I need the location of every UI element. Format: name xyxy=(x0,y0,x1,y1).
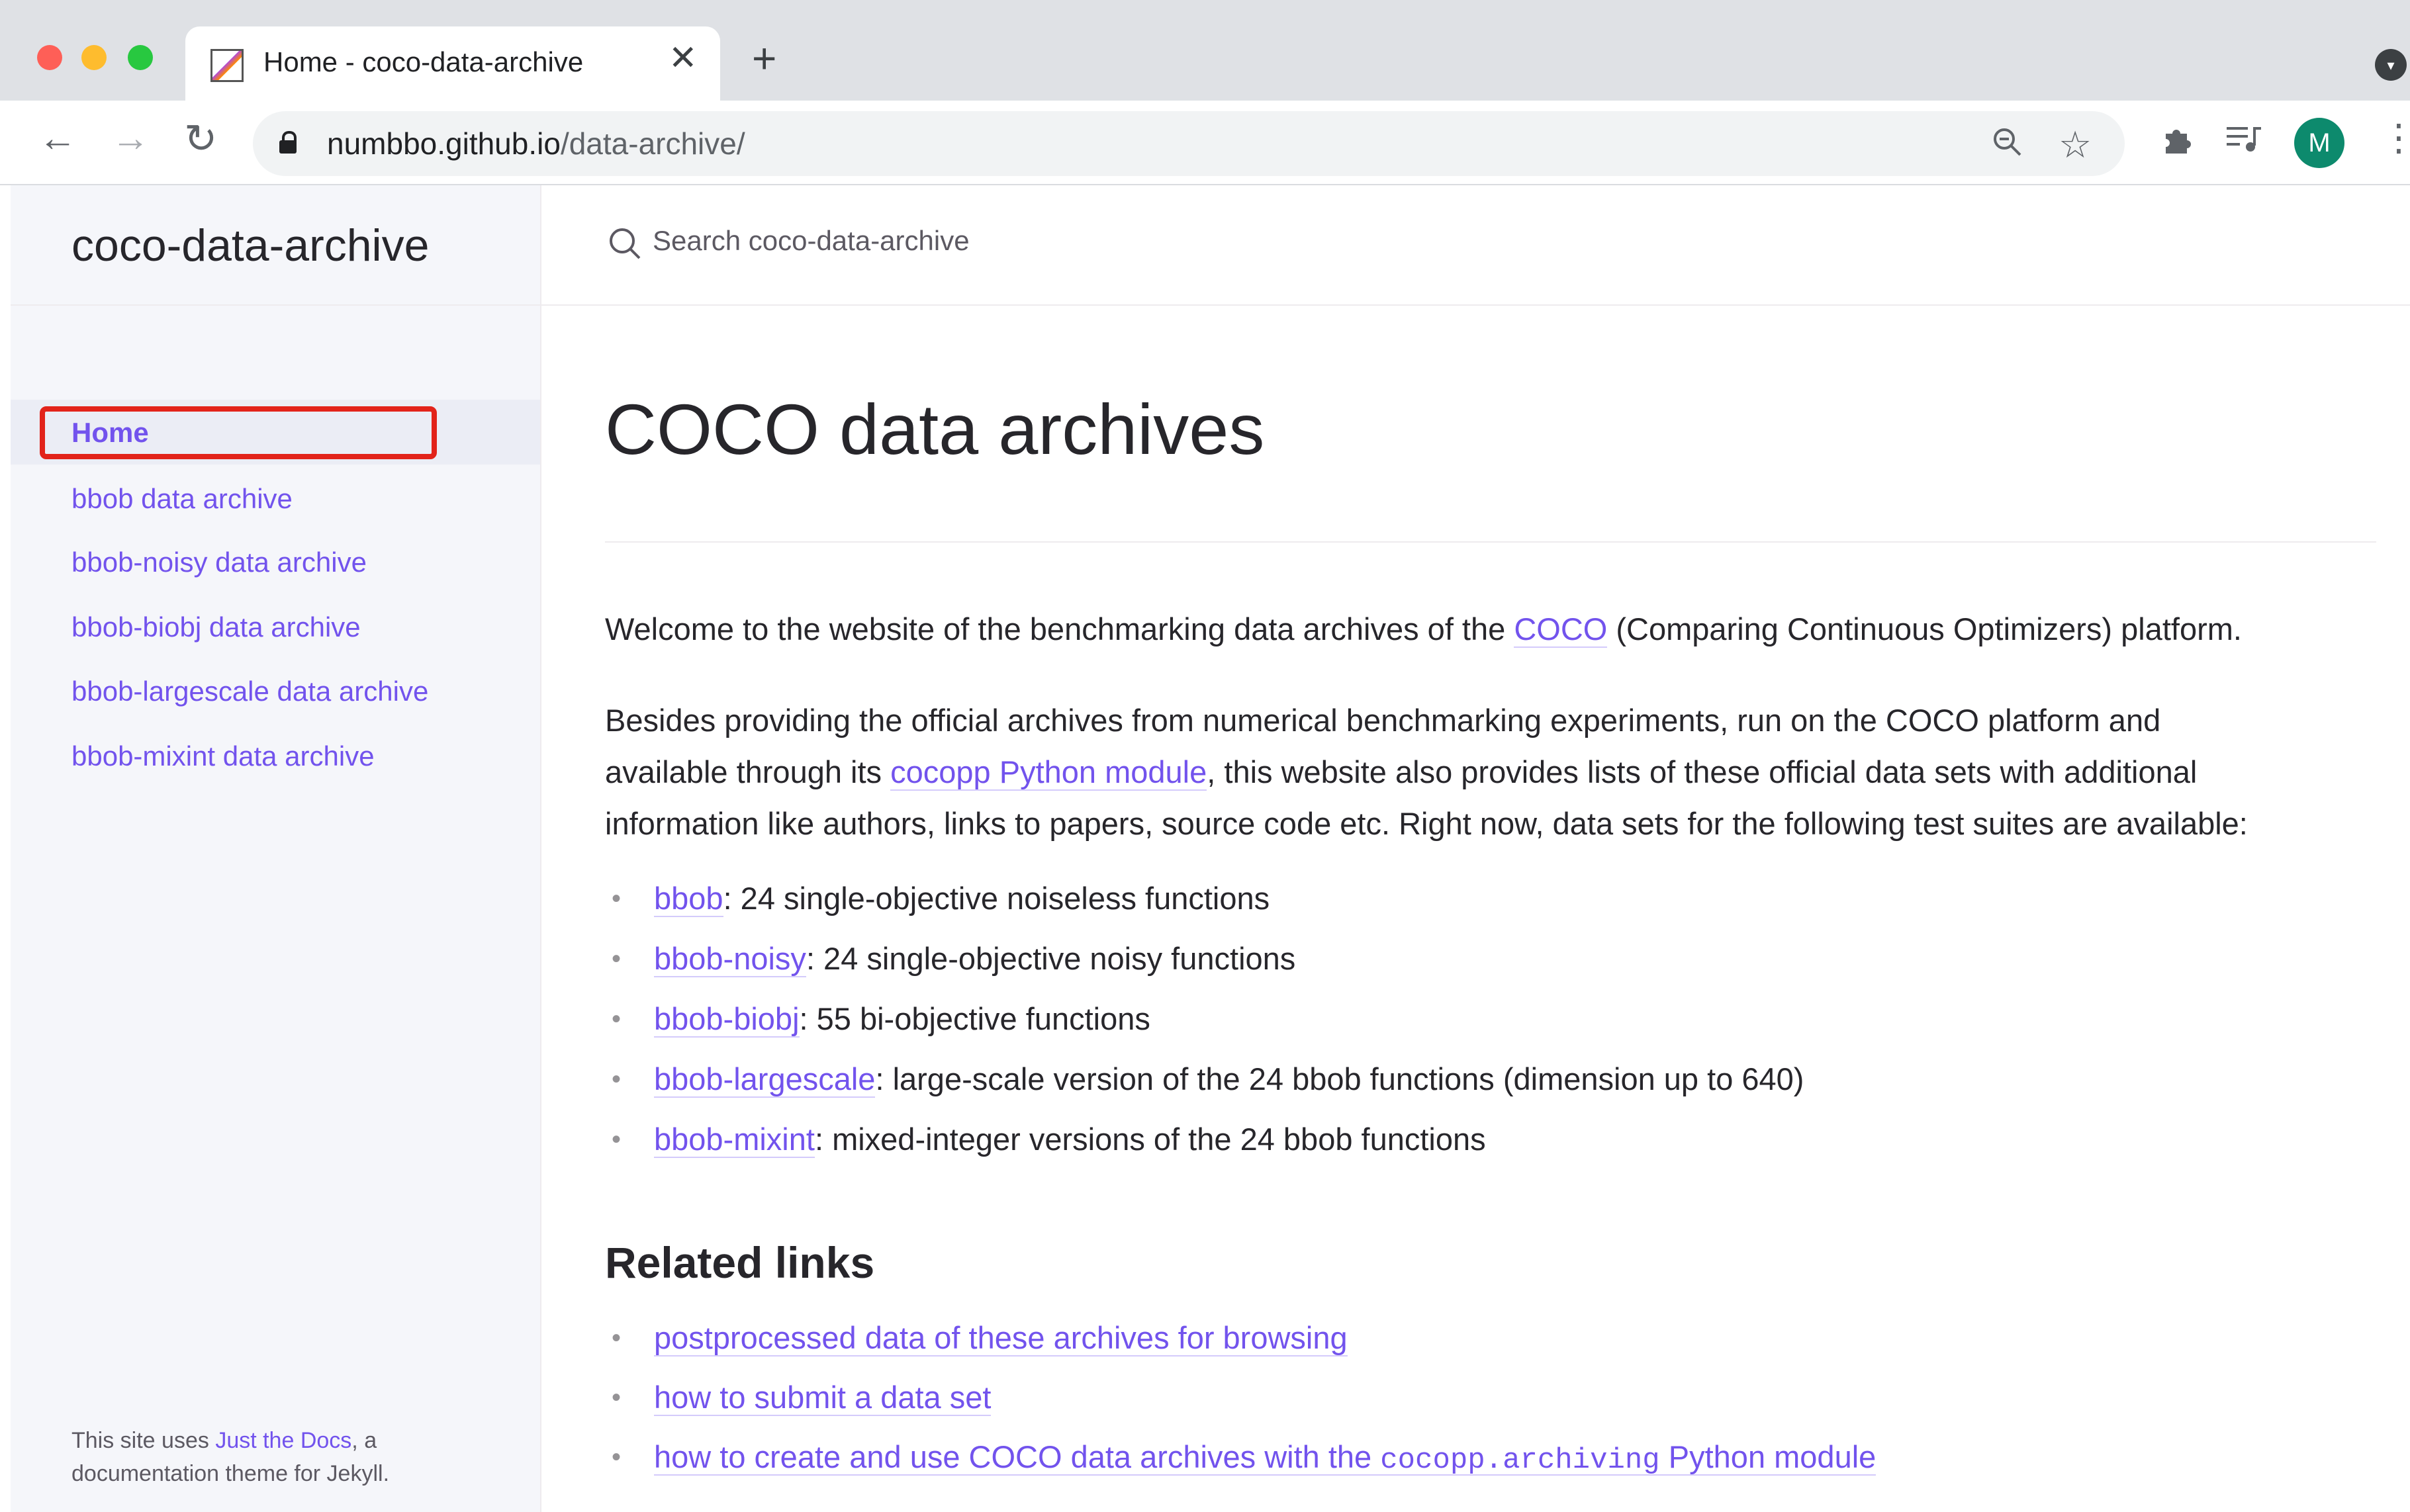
suite-link-bbob-biobj[interactable]: bbob-biobj xyxy=(654,1001,800,1038)
suite-list: bbob: 24 single-objective noiseless func… xyxy=(605,873,1804,1175)
search-bar xyxy=(541,185,2410,306)
back-arrow-icon[interactable]: ← xyxy=(38,119,77,157)
description-paragraph: Besides providing the official archives … xyxy=(605,695,2248,850)
related-links-list: postprocessed data of these archives for… xyxy=(605,1313,1877,1491)
archiving-link-start: how to create and use COCO data archives… xyxy=(654,1439,1381,1474)
suite-link-bbob-noisy[interactable]: bbob-noisy xyxy=(654,941,806,977)
new-tab-button[interactable]: + xyxy=(752,37,776,79)
tab-close-icon[interactable]: ✕ xyxy=(669,41,698,75)
description-line-2-end: , this website also provides lists of th… xyxy=(1207,754,2198,789)
postprocessed-data-link[interactable]: postprocessed data of these archives for… xyxy=(654,1320,1348,1356)
suite-description: : 24 single-objective noisy functions xyxy=(806,941,1296,976)
suite-description: : 24 single-objective noiseless function… xyxy=(723,881,1270,916)
footer-prefix: This site uses xyxy=(71,1428,216,1453)
archiving-link-end: Python module xyxy=(1659,1439,1877,1474)
footer-note: This site uses Just the Docs, a document… xyxy=(71,1424,482,1490)
coco-link[interactable]: COCO xyxy=(1514,611,1608,648)
suite-description: : large-scale version of the 24 bbob fun… xyxy=(875,1061,1804,1096)
search-icon xyxy=(608,226,641,259)
suite-description: : mixed-integer versions of the 24 bbob … xyxy=(814,1122,1486,1157)
intro-text: Welcome to the website of the benchmarki… xyxy=(605,611,1514,646)
reload-icon[interactable]: ↻ xyxy=(184,119,217,159)
window-minimize-button[interactable] xyxy=(81,45,107,70)
archiving-code: cocopp.archiving xyxy=(1380,1444,1660,1477)
list-item: bbob: 24 single-objective noiseless func… xyxy=(605,873,1804,934)
browser-tab-active[interactable]: Home - coco-data-archive ✕ xyxy=(185,26,720,103)
cocopp-module-link[interactable]: cocopp Python module xyxy=(890,754,1207,791)
window-maximize-button[interactable] xyxy=(128,45,153,70)
tab-search-icon[interactable]: ▾ xyxy=(2375,49,2407,81)
description-line-3: information like authors, links to paper… xyxy=(605,806,2248,841)
extensions-icon[interactable] xyxy=(2160,122,2195,165)
url-path: /data-archive/ xyxy=(560,126,745,161)
submit-data-set-link[interactable]: how to submit a data set xyxy=(654,1380,992,1416)
site-header: coco-data-archive xyxy=(11,185,540,306)
list-item: bbob-biobj: 55 bi-objective functions xyxy=(605,994,1804,1054)
url-host: numbbo.github.io xyxy=(327,126,561,161)
suite-link-bbob-mixint[interactable]: bbob-mixint xyxy=(654,1122,815,1158)
list-item: bbob-noisy: 24 single-objective noisy fu… xyxy=(605,934,1804,994)
bookmark-star-icon[interactable]: ☆ xyxy=(2059,123,2092,167)
list-item: how to create and use COCO data archives… xyxy=(605,1432,1877,1491)
browser-menu-icon[interactable]: ⋮ xyxy=(2380,119,2410,156)
nav-item-bbob-biobj[interactable]: bbob-biobj data archive xyxy=(71,611,361,643)
intro-text-end: (Comparing Continuous Optimizers) platfo… xyxy=(1607,611,2242,646)
forward-arrow-icon[interactable]: → xyxy=(111,119,150,157)
nav-item-bbob-largescale[interactable]: bbob-largescale data archive xyxy=(71,676,428,707)
intro-paragraph: Welcome to the website of the benchmarki… xyxy=(605,603,2242,655)
description-line-2-start: available through its xyxy=(605,754,891,789)
nav-item-bbob-mixint[interactable]: bbob-mixint data archive xyxy=(71,740,375,772)
description-line-2: available through its cocopp Python modu… xyxy=(605,746,2248,798)
archiving-module-link[interactable]: how to create and use COCO data archives… xyxy=(654,1439,1877,1477)
description-line-1: Besides providing the official archives … xyxy=(605,703,2161,738)
page-title: COCO data archives xyxy=(605,389,1265,469)
suite-link-bbob-largescale[interactable]: bbob-largescale xyxy=(654,1061,876,1098)
nav-item-bbob-noisy[interactable]: bbob-noisy data archive xyxy=(71,547,367,578)
lock-icon[interactable] xyxy=(279,131,297,154)
search-input[interactable] xyxy=(653,221,1447,261)
address-bar[interactable]: numbbo.github.io/data-archive/ ☆ xyxy=(253,111,2125,176)
list-item: bbob-largescale: large-scale version of … xyxy=(605,1054,1804,1114)
list-item: postprocessed data of these archives for… xyxy=(605,1313,1876,1372)
just-the-docs-link[interactable]: Just the Docs xyxy=(215,1428,351,1453)
related-links-heading: Related links xyxy=(605,1238,875,1287)
zoom-icon[interactable] xyxy=(1991,126,2024,167)
sidebar xyxy=(11,185,541,1512)
list-item: bbob-mixint: mixed-integer versions of t… xyxy=(605,1114,1804,1175)
url-text[interactable]: numbbo.github.io/data-archive/ xyxy=(327,126,745,161)
profile-avatar[interactable]: M xyxy=(2294,118,2344,168)
nav-item-bbob[interactable]: bbob data archive xyxy=(71,483,293,515)
highlight-annotation-box xyxy=(40,406,437,459)
window-close-button[interactable] xyxy=(37,45,62,70)
media-control-icon[interactable] xyxy=(2227,123,2262,161)
title-divider xyxy=(605,541,2376,543)
list-item: how to submit a data set xyxy=(605,1372,1876,1432)
suite-link-bbob[interactable]: bbob xyxy=(654,881,723,917)
site-favicon-icon xyxy=(210,49,244,82)
site-title-link[interactable]: coco-data-archive xyxy=(71,220,429,271)
suite-description: : 55 bi-objective functions xyxy=(799,1001,1150,1036)
tab-title: Home - coco-data-archive xyxy=(263,46,584,77)
